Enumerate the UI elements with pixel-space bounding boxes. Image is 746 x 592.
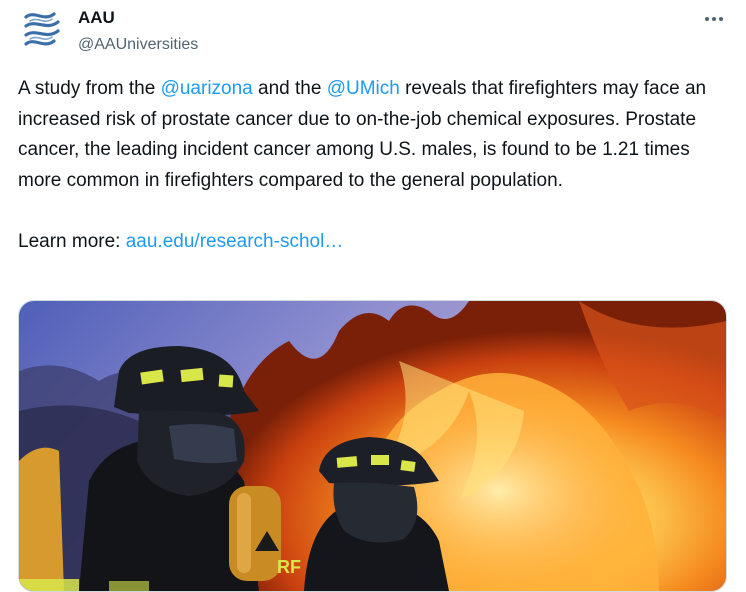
learn-more-label: Learn more: xyxy=(18,230,126,252)
tweet-link[interactable]: aau.edu/research-schol… xyxy=(126,231,344,252)
author-info: AAU @AAUniversities xyxy=(78,8,198,55)
more-options-button[interactable] xyxy=(700,8,728,30)
learn-more-line: Learn more: aau.edu/research-schol… xyxy=(18,227,728,258)
user-handle[interactable]: @AAUniversities xyxy=(78,35,198,55)
more-horizontal-icon xyxy=(712,17,716,21)
firefighters-photo: RF xyxy=(19,301,726,591)
aau-logo-icon xyxy=(24,12,60,46)
tweet-paragraph: A study from the @uarizona and the @UMic… xyxy=(18,74,728,196)
more-horizontal-icon xyxy=(705,17,709,21)
display-name[interactable]: AAU xyxy=(78,8,198,28)
tweet-card: AAU @AAUniversities A study from the @ua… xyxy=(0,0,746,592)
mention-umich[interactable]: @UMich xyxy=(327,78,400,99)
tweet-text: A study from the @uarizona and the @UMic… xyxy=(18,74,728,257)
mention-uarizona[interactable]: @uarizona xyxy=(161,78,253,99)
avatar[interactable] xyxy=(18,6,68,56)
tweet-text-segment: and the xyxy=(252,78,327,99)
more-horizontal-icon xyxy=(719,17,723,21)
tweet-text-segment: A study from the xyxy=(18,78,161,99)
tweet-media[interactable]: RF xyxy=(18,300,727,592)
helmet-badge-text: RF xyxy=(277,557,301,577)
